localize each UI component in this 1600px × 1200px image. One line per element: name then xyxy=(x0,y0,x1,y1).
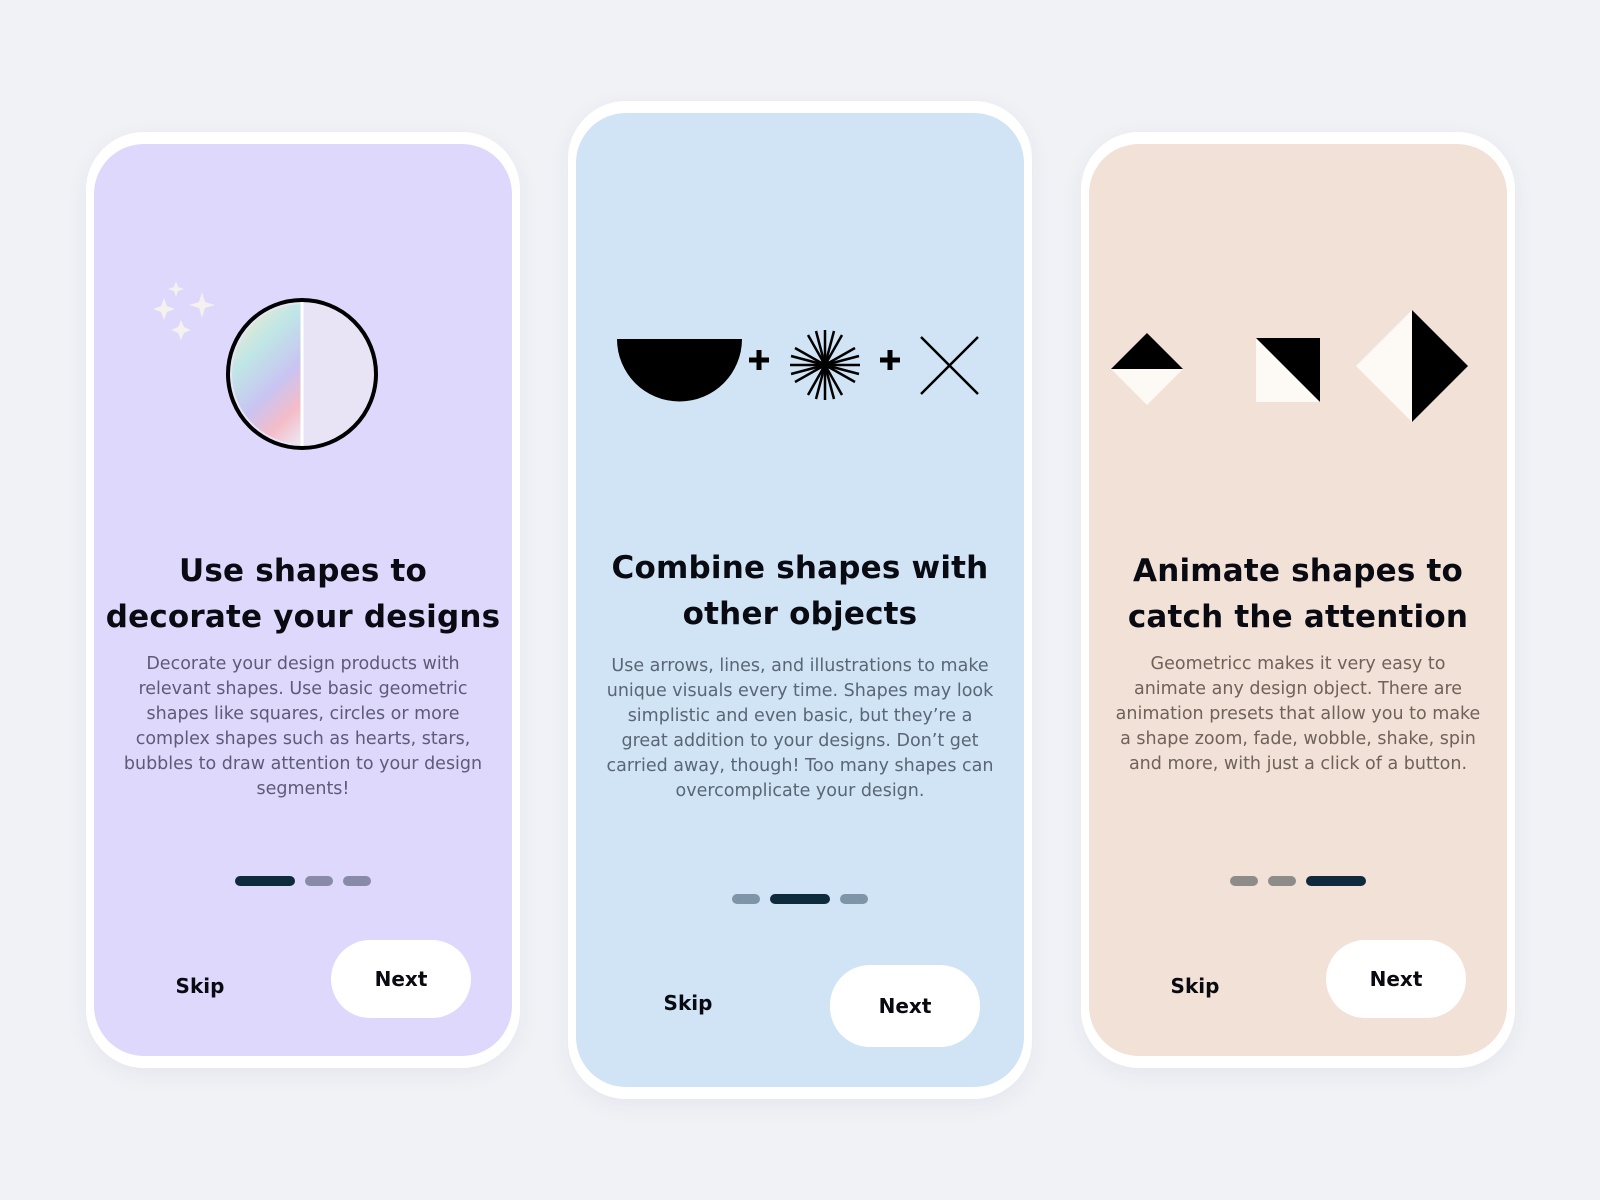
pagination-indicator xyxy=(576,894,1024,904)
page-dot-2[interactable] xyxy=(305,876,333,886)
page-dot-1[interactable] xyxy=(732,894,760,904)
page-dot-1-active[interactable] xyxy=(235,876,295,886)
split-diamond-small-icon xyxy=(1111,333,1183,405)
split-square-icon xyxy=(1256,338,1320,402)
illustration xyxy=(1111,310,1468,422)
page-dot-3[interactable] xyxy=(840,894,868,904)
next-button[interactable]: Next xyxy=(830,965,980,1047)
screen-content: Combine shapes with other objects Use ar… xyxy=(576,113,1024,1087)
onboarding-screen-3: Animate shapes to catch the attention Ge… xyxy=(1081,132,1515,1068)
illustration xyxy=(153,281,378,450)
plus-icon xyxy=(880,350,900,370)
page-dot-3-active[interactable] xyxy=(1306,876,1366,886)
skip-button[interactable]: Skip xyxy=(1145,964,1245,1008)
screen-title: Animate shapes to catch the attention xyxy=(1127,553,1469,635)
skip-button[interactable]: Skip xyxy=(150,964,250,1008)
screen-description: Use arrows, lines, and illustrations to … xyxy=(606,656,994,801)
onboarding-screen-1: Use shapes to decorate your designs Deco… xyxy=(86,132,520,1068)
screen-description: Geometricc makes it very easy to animate… xyxy=(1115,654,1481,774)
next-button[interactable]: Next xyxy=(1326,940,1466,1018)
page-dot-1[interactable] xyxy=(1230,876,1258,886)
onboarding-screen-2: Combine shapes with other objects Use ar… xyxy=(568,101,1032,1099)
screen-content: Animate shapes to catch the attention Ge… xyxy=(1089,144,1507,1056)
starburst-icon xyxy=(790,330,860,400)
iridescent-circle-icon xyxy=(226,298,378,450)
plus-icon xyxy=(749,350,769,370)
illustration xyxy=(617,330,979,402)
screen-description: Decorate your design products with relev… xyxy=(123,654,483,799)
half-circle-icon xyxy=(617,339,742,402)
pagination-indicator xyxy=(94,876,512,886)
split-diamond-large-icon xyxy=(1356,310,1468,422)
next-button[interactable]: Next xyxy=(331,940,471,1018)
page-dot-2-active[interactable] xyxy=(770,894,830,904)
skip-button[interactable]: Skip xyxy=(638,981,738,1025)
pagination-indicator xyxy=(1089,876,1507,886)
page-dot-2[interactable] xyxy=(1268,876,1296,886)
screen-title: Combine shapes with other objects xyxy=(611,550,989,632)
screen-title: Use shapes to decorate your designs xyxy=(105,553,501,635)
page-dot-3[interactable] xyxy=(343,876,371,886)
screen-content: Use shapes to decorate your designs Deco… xyxy=(94,144,512,1056)
cross-icon xyxy=(920,336,979,395)
sparkles-icon xyxy=(153,281,215,340)
